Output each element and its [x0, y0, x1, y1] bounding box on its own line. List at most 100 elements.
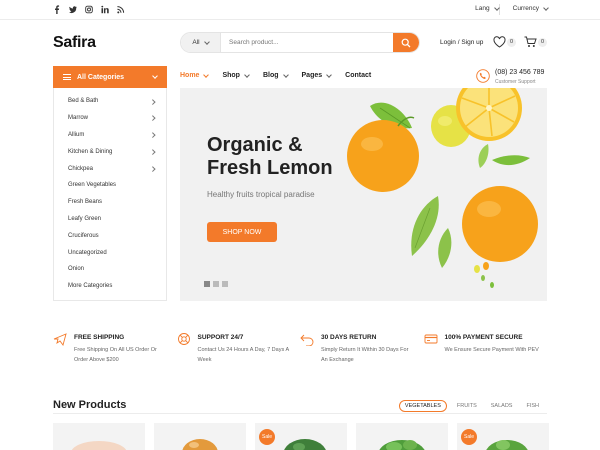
product-image	[379, 440, 425, 450]
hero-title-line2: Fresh Lemon	[207, 157, 333, 179]
plane-icon	[53, 333, 67, 346]
nav-item-label: Blog	[262, 72, 279, 79]
category-item[interactable]: Leafy Green	[54, 211, 166, 228]
feature-return: 30 DAYS RETURN Simply Return It Within 3…	[300, 332, 424, 372]
hero-banner: Organic & Fresh Lemon Healthy fruits tro…	[180, 88, 547, 301]
category-item[interactable]: Allium	[54, 127, 166, 144]
product-card[interactable]	[356, 423, 448, 450]
twitter-icon[interactable]	[69, 5, 77, 14]
sale-badge: Sale	[461, 429, 477, 445]
nav-item-shop[interactable]: Shop	[222, 71, 250, 79]
feature-title: 30 DAYS RETURN	[321, 334, 377, 341]
feature-title: SUPPORT 24/7	[197, 334, 244, 341]
chevron-right-icon	[149, 115, 155, 121]
category-item[interactable]: Cruciferous	[54, 227, 166, 244]
product-card[interactable]	[154, 423, 246, 450]
category-item[interactable]: Onion	[54, 261, 166, 278]
rss-icon[interactable]	[117, 5, 125, 14]
feature-desc: Contact Us 24 Hours A Day, 7 Days A Week	[197, 347, 289, 363]
hero-subtitle: Healthy fruits tropical paradise	[207, 190, 315, 199]
slider-dot[interactable]	[222, 281, 228, 287]
slider-dots	[204, 281, 228, 287]
category-item-more[interactable]: More Categories	[54, 278, 166, 295]
category-label: Allium	[68, 131, 85, 138]
chevron-down-icon	[493, 4, 500, 11]
nav-item-label: Home	[180, 72, 200, 79]
site-logo[interactable]: Safira	[53, 34, 96, 52]
category-label: Uncategorized	[68, 249, 107, 256]
hero-title-line1: Organic &	[207, 134, 303, 156]
heart-icon	[493, 36, 506, 48]
chevron-right-icon	[149, 166, 155, 172]
top-bar: Lang Currency	[0, 0, 600, 20]
tab-vegetables[interactable]: VEGETABLES	[398, 400, 447, 412]
feature-payment: 100% PAYMENT SECURE We Ensure Secure Pay…	[424, 332, 548, 372]
chevron-right-icon	[149, 149, 155, 155]
tab-fruits[interactable]: FRUITS	[453, 401, 481, 411]
category-label: Chickpea	[68, 165, 94, 172]
language-selector[interactable]: Lang	[475, 4, 500, 12]
category-item[interactable]: Bed & Bath	[54, 93, 166, 110]
nav-item-home[interactable]: Home	[180, 71, 210, 79]
product-card[interactable]	[53, 423, 145, 450]
nav-item-blog[interactable]: Blog	[262, 71, 289, 79]
hero-title: Organic & Fresh Lemon	[207, 134, 377, 180]
tab-fish[interactable]: FISH	[522, 401, 543, 411]
category-item[interactable]: Uncategorized	[54, 244, 166, 261]
linkedin-icon[interactable]	[101, 5, 109, 14]
feature-desc: Simply Return It Within 30 Days For An E…	[321, 347, 409, 363]
category-item[interactable]: Marrow	[54, 110, 166, 127]
category-item[interactable]: Kitchen & Dining	[54, 143, 166, 160]
currency-label: Currency	[512, 5, 539, 12]
nav-item-pages[interactable]: Pages	[302, 71, 332, 79]
nav-item-contact[interactable]: Contact	[345, 72, 371, 79]
main-navigation: Home Shop Blog Pages Contact	[180, 71, 371, 79]
search-button[interactable]	[393, 33, 419, 52]
all-categories-button[interactable]: All Categories	[53, 66, 167, 88]
product-image	[71, 441, 127, 450]
product-image	[182, 439, 218, 450]
shop-now-button[interactable]: SHOP NOW	[207, 222, 277, 242]
chevron-down-icon	[244, 71, 250, 78]
category-label: Fresh Beans	[68, 199, 103, 206]
cart-button[interactable]	[524, 36, 537, 50]
category-label: More Categories	[68, 283, 113, 290]
category-label: Bed & Bath	[68, 98, 99, 105]
search-input[interactable]	[221, 33, 393, 52]
sale-badge: Sale	[259, 429, 275, 445]
search-category-select[interactable]: All	[181, 33, 221, 52]
chevron-down-icon	[152, 73, 158, 79]
feature-desc: Free Shipping On All US Order Or Order A…	[74, 347, 157, 363]
menu-icon	[63, 74, 71, 80]
nav-item-label: Shop	[222, 72, 240, 79]
currency-selector[interactable]: Currency	[512, 4, 549, 12]
chevron-down-icon	[326, 71, 332, 78]
product-grid: Sale Sale	[53, 423, 549, 450]
chevron-down-icon	[203, 38, 210, 45]
search-category-value: All	[192, 39, 200, 46]
category-item[interactable]: Chickpea	[54, 160, 166, 177]
category-label: Kitchen & Dining	[68, 148, 113, 155]
support-icon	[177, 333, 190, 345]
facebook-icon[interactable]	[53, 5, 61, 15]
tab-salads[interactable]: SALADS	[487, 401, 517, 411]
social-links	[53, 5, 125, 15]
category-label: Leafy Green	[68, 215, 102, 222]
support-label: Customer Support	[495, 79, 536, 85]
category-item[interactable]: Fresh Beans	[54, 194, 166, 211]
wishlist-button[interactable]	[493, 36, 506, 50]
category-item[interactable]: Green Vegetables	[54, 177, 166, 194]
product-card[interactable]: Sale	[457, 423, 549, 450]
features-row: FREE SHIPPING Free Shipping On All US Or…	[53, 332, 547, 372]
instagram-icon[interactable]	[85, 5, 93, 14]
slider-dot[interactable]	[204, 281, 210, 287]
slider-dot[interactable]	[213, 281, 219, 287]
chevron-down-icon	[543, 4, 549, 11]
product-card[interactable]: Sale	[255, 423, 347, 450]
support-phone[interactable]: (08) 23 456 789	[495, 69, 544, 76]
login-link[interactable]: Login / Sign up	[440, 39, 483, 46]
feature-free-shipping: FREE SHIPPING Free Shipping On All US Or…	[53, 332, 177, 372]
feature-title: FREE SHIPPING	[74, 334, 125, 341]
cart-count: 0	[538, 38, 547, 47]
wishlist-count: 0	[507, 38, 516, 47]
